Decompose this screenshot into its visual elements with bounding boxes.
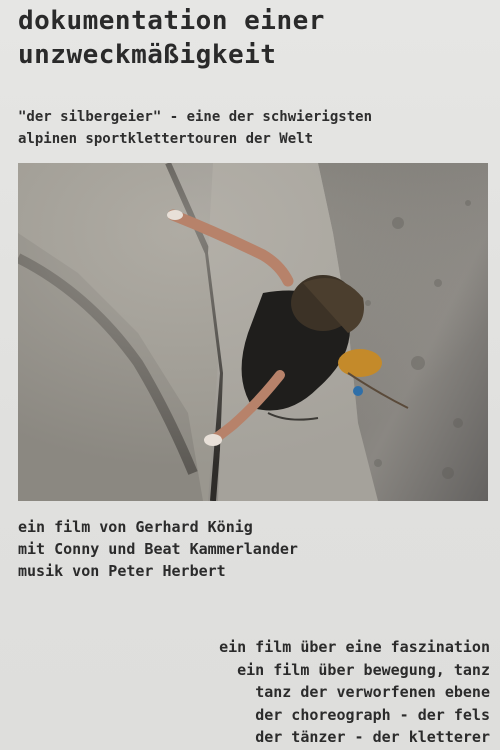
cover-subtitle-line-1: "der silbergeier" - eine der schwierigst… <box>18 109 373 125</box>
cover-title: dokumentation einer unzweckmäßigkeit <box>18 4 488 72</box>
climber-photo-illustration <box>18 163 488 501</box>
tagline-block: ein film über eine faszination ein film … <box>10 636 490 749</box>
tagline-line: der tänzer - der kletterer <box>255 728 490 746</box>
credit-music: musik von Peter Herbert <box>18 562 226 580</box>
video-cover: dokumentation einer unzweckmäßigkeit "de… <box>0 0 500 750</box>
credit-director: ein film von Gerhard König <box>18 518 253 536</box>
credits-block: ein film von Gerhard König mit Conny und… <box>18 516 488 582</box>
tagline-line: tanz der verworfenen ebene <box>255 683 490 701</box>
credit-cast: mit Conny und Beat Kammerlander <box>18 540 298 558</box>
cover-title-line-2: unzweckmäßigkeit <box>18 40 277 70</box>
cover-subtitle: "der silbergeier" - eine der schwierigst… <box>18 106 488 150</box>
tagline-line: der choreograph - der fels <box>255 705 490 724</box>
tagline-line: ein film über bewegung, tanz <box>237 660 490 679</box>
cover-subtitle-line-2: alpinen sportklettertouren der Welt <box>18 131 314 147</box>
tagline-line: ein film über eine faszination <box>219 638 490 656</box>
cover-title-line-1: dokumentation einer <box>18 6 325 36</box>
climber-photo <box>18 163 488 501</box>
